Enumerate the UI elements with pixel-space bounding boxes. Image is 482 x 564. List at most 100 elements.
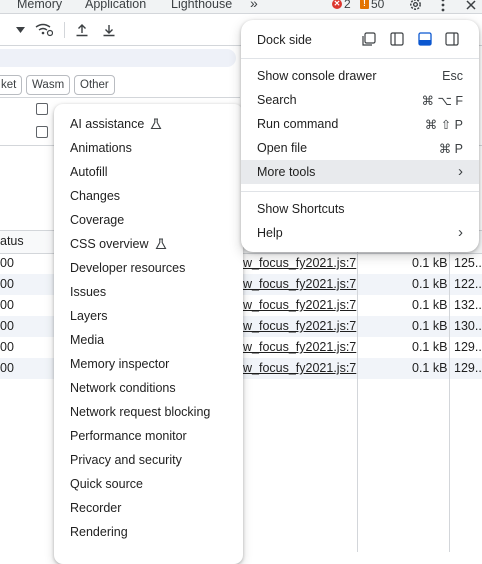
menu-item-performance-monitor[interactable]: Performance monitor [70,426,187,446]
chevron-right-icon: › [458,224,463,241]
dock-right-icon[interactable] [445,32,459,46]
cell-size: 0.1 kB [412,340,448,354]
cell-size: 0.1 kB [412,298,448,312]
menu-item-shortcut: ⌘ P [438,142,463,156]
menu-item-privacy-and-security[interactable]: Privacy and security [70,450,182,470]
dock-bottom-icon[interactable] [418,32,432,46]
menu-item-memory-inspector[interactable]: Memory inspector [70,354,169,374]
menu-item-shortcut: ⌘ ⌥ F [421,94,464,108]
menu-item-show-shortcuts[interactable]: Show Shortcuts [241,198,479,220]
filter-chip-other[interactable]: Other [74,75,115,95]
cell-initiator-link[interactable]: w_focus_fy2021.js:7 [243,277,356,291]
menu-item-changes[interactable]: Changes [70,186,120,206]
menu-item-quick-source[interactable]: Quick source [70,474,143,494]
cell-size: 0.1 kB [412,277,448,291]
menu-item-label: Show Shortcuts [257,202,345,216]
cell-initiator-link[interactable]: w_focus_fy2021.js:7 [243,361,356,375]
filter-chip-wasm[interactable]: Wasm [26,75,71,95]
menu-item-recorder[interactable]: Recorder [70,498,121,518]
menu-item-rendering[interactable]: Rendering [70,522,128,542]
menu-item-more-tools[interactable]: More tools › [241,160,479,184]
menu-item-issues[interactable]: Issues [70,282,106,302]
cell-time: 129... [454,361,482,375]
cell-initiator-link[interactable]: w_focus_fy2021.js:7 [243,298,356,312]
warning-count: 50 [371,0,385,11]
cell-size: 0.1 kB [412,319,448,333]
menu-item-label: More tools [257,165,316,179]
menu-item-layers[interactable]: Layers [70,306,108,326]
menu-separator [241,58,479,59]
menu-item-label: Network request blocking [70,405,211,419]
dock-side-label: Dock side [257,33,312,47]
devtools-tab-bar: Memory Application Lighthouse » ✕ 2 ! 50 [0,0,482,14]
cell-initiator-link[interactable]: w_focus_fy2021.js:7 [243,340,356,354]
menu-item-label: Search [257,93,297,107]
menu-item-label: Run command [257,117,339,131]
filter-input[interactable] [0,49,236,67]
error-badge[interactable]: ✕ 2 [332,0,351,11]
menu-item-help[interactable]: Help › [241,222,479,244]
cell-time: 129... [454,340,482,354]
cell-status: 00 [0,340,14,354]
kebab-menu-icon[interactable] [437,0,449,12]
menu-item-show-console-drawer[interactable]: Show console drawer Esc [241,65,479,87]
checkbox[interactable] [36,126,48,138]
menu-item-search[interactable]: Search ⌘ ⌥ F [241,89,479,111]
cell-status: 00 [0,361,14,375]
menu-item-label: Rendering [70,525,128,539]
cell-status: 00 [0,277,14,291]
tab-memory[interactable]: Memory [17,0,62,11]
cell-initiator-link[interactable]: w_focus_fy2021.js:7 [243,319,356,333]
menu-item-shortcut: ⌘ ⇧ P [424,118,463,132]
dock-left-icon[interactable] [390,32,404,46]
menu-item-shortcut: Esc [442,69,463,83]
network-conditions-icon[interactable] [35,23,53,37]
menu-item-ai-assistance[interactable]: AI assistance [70,114,162,134]
menu-item-network-request-blocking[interactable]: Network request blocking [70,402,210,422]
filter-chip-socket[interactable]: ket [0,75,23,95]
error-count: 2 [344,0,351,11]
more-tabs-icon[interactable]: » [250,0,258,11]
menu-item-label: Issues [70,285,107,299]
menu-item-label: CSS overview [70,237,149,251]
tab-application[interactable]: Application [85,0,146,11]
undock-icon[interactable] [362,32,376,46]
menu-item-label: Coverage [70,213,125,227]
cell-time: 125... [454,256,482,270]
menu-separator [241,191,479,192]
cell-size: 0.1 kB [412,361,448,375]
tab-lighthouse[interactable]: Lighthouse [171,0,232,11]
menu-item-coverage[interactable]: Coverage [70,210,124,230]
cell-time: 130... [454,319,482,333]
menu-item-label: Network conditions [70,381,176,395]
menu-item-media[interactable]: Media [70,330,104,350]
toolbar-divider [64,22,65,38]
menu-item-run-command[interactable]: Run command ⌘ ⇧ P [241,113,479,135]
menu-item-css-overview[interactable]: CSS overview [70,234,167,254]
menu-item-label: Animations [70,141,132,155]
menu-item-label: Recorder [70,501,122,515]
download-icon[interactable] [102,23,116,37]
menu-item-autofill[interactable]: Autofill [70,162,108,182]
gear-icon[interactable] [408,0,423,12]
cell-time: 132... [454,298,482,312]
menu-item-label: Memory inspector [70,357,170,371]
checkbox[interactable] [36,103,48,115]
cell-initiator-link[interactable]: w_focus_fy2021.js:7 [243,256,356,270]
cell-status: 00 [0,298,14,312]
menu-item-open-file[interactable]: Open file ⌘ P [241,137,479,159]
close-icon[interactable] [465,0,477,11]
column-header-status[interactable]: atus [0,234,24,248]
warning-badge[interactable]: ! 50 [360,0,384,11]
error-icon: ✕ [332,0,342,9]
upload-icon[interactable] [75,23,89,37]
throttling-dropdown-icon[interactable] [16,27,25,33]
menu-item-label: Developer resources [70,261,186,275]
experiment-flask-icon [150,118,162,130]
menu-item-label: Autofill [70,165,108,179]
column-divider [357,252,358,552]
menu-item-network-conditions[interactable]: Network conditions [70,378,176,398]
menu-item-animations[interactable]: Animations [70,138,132,158]
menu-item-label: Performance monitor [70,429,187,443]
menu-item-developer-resources[interactable]: Developer resources [70,258,185,278]
